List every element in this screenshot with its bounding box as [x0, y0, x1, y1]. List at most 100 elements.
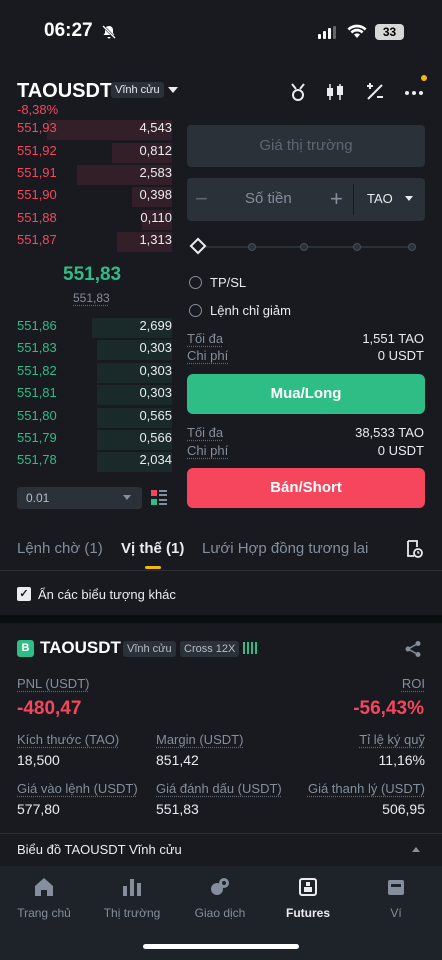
buy-max-value: 1,551 TAO: [362, 331, 424, 346]
hide-others-label[interactable]: Ẩn các biểu tượng khác: [38, 587, 176, 602]
chevron-up-icon[interactable]: [412, 847, 420, 852]
position-contract-tag: Vĩnh cửu: [123, 641, 176, 657]
nav-trade[interactable]: Giao dịch: [176, 876, 264, 920]
amount-placeholder: Số tiền: [245, 190, 292, 207]
futures-icon: [299, 878, 317, 896]
nav-wallet[interactable]: Ví: [352, 876, 440, 920]
section-separator: [0, 615, 442, 623]
chevron-down-icon: [405, 196, 413, 201]
buy-long-button[interactable]: Mua/Long: [187, 374, 425, 414]
pair-dropdown-chevron-icon[interactable]: [168, 87, 178, 93]
home-indicator: [143, 944, 299, 949]
mark-price-label: Giá đánh dấu (USDT): [156, 781, 282, 796]
home-icon: [35, 878, 53, 896]
bid-row[interactable]: 551,83 0,303: [17, 340, 172, 362]
bid-row[interactable]: 551,86 2,699: [17, 318, 172, 340]
amount-unit-select[interactable]: TAO: [367, 191, 393, 206]
slider-thumb[interactable]: [189, 237, 207, 255]
amount-plus-button[interactable]: +: [330, 186, 343, 212]
orderbook-layout-icon[interactable]: [151, 490, 167, 506]
bid-row[interactable]: 551,78 2,034: [17, 452, 172, 474]
mark-price-value: 551,83: [156, 801, 199, 817]
price-input[interactable]: Giá thị trường: [187, 125, 425, 167]
tab-positions[interactable]: Vị thế (1): [121, 540, 184, 557]
wallet-icon: [388, 880, 404, 895]
buy-cost-value: 0 USDT: [377, 348, 424, 363]
sell-cost-value: 0 USDT: [377, 443, 424, 458]
bid-row[interactable]: 551,80 0,565: [17, 408, 172, 430]
sell-max-value: 38,533 TAO: [355, 425, 424, 440]
reduce-only-label: Lệnh chỉ giảm: [210, 303, 291, 318]
buy-max-label: Tối đa: [187, 331, 224, 346]
last-price: 551,83: [63, 264, 122, 285]
contract-type-tag: Vĩnh cửu: [111, 82, 164, 98]
roi-label: ROI: [401, 676, 425, 691]
bell-muted-icon: [102, 25, 116, 39]
margin-mode-tag[interactable]: Cross 12X: [180, 641, 240, 657]
mark-price: 551,83: [73, 291, 110, 305]
reduce-only-radio[interactable]: [189, 304, 202, 317]
tpsl-label: TP/SL: [210, 275, 247, 290]
price-change: -8,38%: [17, 102, 59, 117]
nav-home[interactable]: Trang chủ: [0, 876, 88, 920]
divider: [0, 833, 442, 834]
buy-cost-label: Chi phí: [187, 348, 229, 363]
pair-title[interactable]: TAOUSDT: [17, 80, 112, 103]
markets-icon: [123, 879, 141, 896]
percent-icon[interactable]: [364, 82, 386, 102]
bid-row[interactable]: 551,82 0,303: [17, 363, 172, 385]
pnl-label: PNL (USDT): [17, 676, 90, 691]
position-side-badge: B: [17, 640, 34, 657]
ask-row[interactable]: 551,87 1,313: [17, 232, 172, 254]
trade-icon: [211, 878, 229, 895]
tab-open-orders[interactable]: Lệnh chờ (1): [17, 540, 103, 557]
share-icon[interactable]: [404, 640, 422, 658]
nav-futures[interactable]: Futures: [264, 876, 352, 920]
liq-price-value: 506,95: [382, 801, 425, 817]
adl-indicator-icon: [243, 642, 257, 654]
ask-row[interactable]: 551,91 2,583: [17, 165, 172, 187]
divider: [0, 570, 442, 571]
ask-row[interactable]: 551,93 4,543: [17, 120, 172, 142]
nav-markets[interactable]: Thị trường: [88, 876, 176, 920]
notification-dot: [421, 75, 427, 81]
sell-cost-label: Chi phí: [187, 443, 229, 458]
status-time: 06:27: [44, 20, 93, 41]
battery-icon: 33: [375, 24, 404, 40]
amount-minus-button[interactable]: −: [195, 186, 208, 212]
slider-step[interactable]: [248, 243, 256, 251]
sell-max-label: Tối đa: [187, 425, 224, 440]
slider-step[interactable]: [300, 243, 308, 251]
more-icon[interactable]: [403, 82, 425, 102]
size-value: 18,500: [17, 752, 60, 768]
wifi-icon: [347, 24, 367, 38]
funding-icon[interactable]: [287, 82, 309, 102]
margin-value: 851,42: [156, 752, 199, 768]
slider-step[interactable]: [408, 243, 416, 251]
slider-step[interactable]: [353, 243, 361, 251]
margin-ratio-value: 11,16%: [378, 752, 425, 768]
entry-price-value: 577,80: [17, 801, 60, 817]
position-pair[interactable]: TAOUSDT: [40, 638, 121, 658]
sell-short-button[interactable]: Bán/Short: [187, 468, 425, 508]
order-history-icon[interactable]: [405, 540, 423, 558]
ask-row[interactable]: 551,90 0,398: [17, 187, 172, 209]
tpsl-radio[interactable]: [189, 276, 202, 289]
roi-value: -56,43%: [353, 698, 424, 719]
cell-signal-icon: [318, 26, 336, 39]
margin-ratio-label: Tỉ lệ ký quỹ: [359, 732, 425, 747]
hide-others-checkbox[interactable]: ✓: [17, 587, 31, 601]
bid-row[interactable]: 551,81 0,303: [17, 385, 172, 407]
ask-row[interactable]: 551,88 0,110: [17, 210, 172, 232]
candlestick-icon[interactable]: [324, 82, 346, 102]
pnl-value: -480,47: [17, 698, 82, 719]
tab-grid-futures[interactable]: Lưới Hợp đồng tương lai: [202, 540, 368, 557]
ask-row[interactable]: 551,92 0,812: [17, 143, 172, 165]
chevron-down-icon: [123, 495, 131, 500]
bid-row[interactable]: 551,79 0,566: [17, 430, 172, 452]
entry-price-label: Giá vào lệnh (USDT): [17, 781, 138, 796]
chart-toggle[interactable]: Biểu đồ TAOUSDT Vĩnh cửu: [17, 842, 182, 857]
divider: [353, 184, 354, 215]
liq-price-label: Giá thanh lý (USDT): [307, 781, 425, 796]
active-tab-indicator: [145, 566, 161, 569]
